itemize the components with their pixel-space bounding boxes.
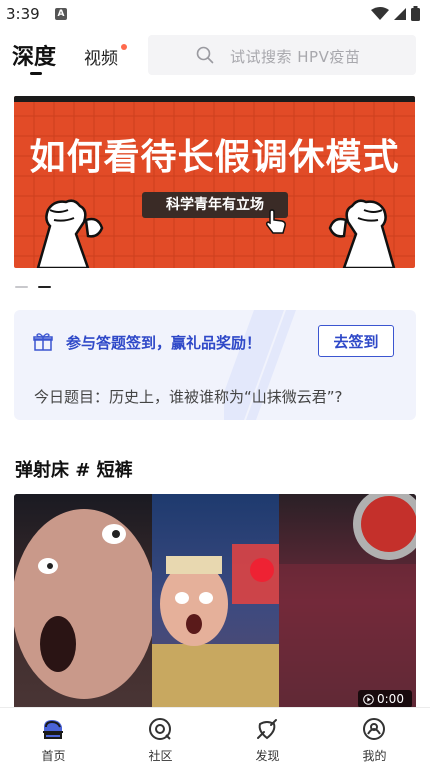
top-header: 深度 视频 试试搜索 HPV疫苗 (0, 30, 430, 80)
raised-fist-right-icon (328, 199, 396, 268)
status-icons (371, 6, 420, 21)
tab-video[interactable]: 视频 (84, 44, 118, 69)
search-bar[interactable]: 试试搜索 HPV疫苗 (148, 35, 416, 75)
carousel-dot-2-active[interactable] (38, 286, 51, 288)
video-frame-3 (279, 494, 416, 710)
new-content-dot (121, 44, 127, 50)
carousel-dot-1[interactable] (15, 286, 28, 288)
video-thumbnail[interactable]: 0:00 (14, 494, 416, 710)
discover-icon (257, 719, 277, 740)
video-frame-2 (152, 494, 279, 710)
wifi-icon (371, 6, 389, 20)
play-icon (363, 693, 374, 705)
banner-top-border (14, 96, 415, 102)
hand-cursor-icon (265, 209, 286, 234)
status-bar: 3:39 A (0, 0, 430, 30)
banner-title: 如何看待长假调休模式 (29, 137, 400, 178)
nav-profile-label: 我的 (362, 749, 387, 763)
active-tab-indicator (30, 72, 42, 75)
signin-title: 参与答题签到，赢礼品奖励！ (66, 334, 262, 352)
nav-home-label: 首页 (41, 749, 66, 763)
surprised-face-image (14, 509, 156, 699)
gift-icon (33, 333, 53, 351)
video-frame-1 (14, 494, 156, 710)
video-duration: 0:00 (358, 690, 412, 708)
bottom-nav: 首页 社区 发现 我的 (0, 707, 430, 767)
notification-icon: A (55, 8, 67, 20)
red-button-image (279, 494, 416, 710)
signin-button[interactable]: 去签到 (318, 325, 394, 357)
signal-icon (394, 7, 406, 20)
home-icon (43, 720, 63, 739)
promo-banner[interactable]: 如何看待长假调休模式 科学青年有立场 (14, 96, 415, 268)
nav-community-label: 社区 (148, 749, 173, 763)
nav-community[interactable]: 社区 (107, 708, 214, 767)
search-placeholder: 试试搜索 HPV疫苗 (230, 48, 361, 66)
duration-text: 0:00 (377, 692, 404, 706)
raised-fist-left-icon (36, 199, 104, 268)
nav-profile[interactable]: 我的 (321, 708, 428, 767)
section-title[interactable]: 弹射床 # 短裤 (15, 456, 133, 482)
nav-discover[interactable]: 发现 (214, 708, 321, 767)
community-icon (149, 718, 171, 740)
search-icon (196, 46, 214, 64)
daily-question[interactable]: 今日题目：历史上，谁被谁称为“山抹微云君”? (34, 386, 343, 407)
nav-home[interactable]: 首页 (0, 708, 107, 767)
nav-discover-label: 发现 (255, 749, 280, 763)
profile-icon (363, 718, 385, 740)
signin-card: 参与答题签到，赢礼品奖励！ 去签到 今日题目：历史上，谁被谁称为“山抹微云君”? (14, 310, 416, 420)
person-in-bed-image (152, 544, 279, 710)
status-time: 3:39 (6, 5, 40, 23)
battery-icon (411, 6, 420, 21)
tab-deep[interactable]: 深度 (12, 39, 56, 71)
